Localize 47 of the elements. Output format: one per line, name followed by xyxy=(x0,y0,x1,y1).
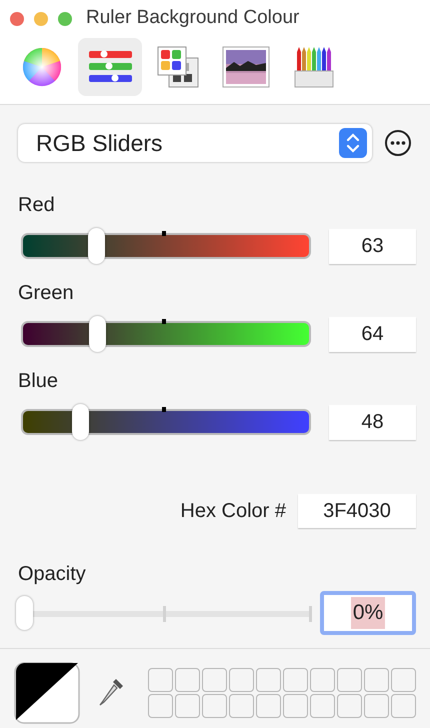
minimize-button[interactable] xyxy=(34,12,48,26)
empty-swatch[interactable] xyxy=(364,668,389,692)
image-icon xyxy=(222,46,270,88)
value-field[interactable]: 64 xyxy=(329,316,416,352)
empty-swatch[interactable] xyxy=(337,694,362,718)
empty-swatch[interactable] xyxy=(148,694,173,718)
empty-swatch[interactable] xyxy=(364,694,389,718)
palettes-icon xyxy=(157,46,199,88)
empty-swatch[interactable] xyxy=(148,668,173,692)
hex-label: Hex Color # xyxy=(180,499,286,524)
color-well[interactable] xyxy=(14,662,80,724)
empty-swatch[interactable] xyxy=(283,668,308,692)
value-field[interactable]: 63 xyxy=(329,228,416,264)
empty-swatch[interactable] xyxy=(283,694,308,718)
channel-label: Red xyxy=(18,193,55,218)
more-options-icon[interactable] xyxy=(384,129,412,157)
channel-slider[interactable] xyxy=(21,404,311,440)
mode-tab[interactable] xyxy=(78,38,142,96)
channel-label: Green xyxy=(18,281,74,306)
empty-swatch[interactable] xyxy=(175,668,200,692)
channel-slider[interactable] xyxy=(21,228,311,264)
empty-swatch[interactable] xyxy=(229,694,254,718)
empty-swatch[interactable] xyxy=(310,694,335,718)
empty-swatch[interactable] xyxy=(175,694,200,718)
empty-swatch[interactable] xyxy=(229,668,254,692)
empty-swatch[interactable] xyxy=(202,694,227,718)
opacity-slider[interactable] xyxy=(16,596,312,630)
slider-type-dropdown[interactable]: RGB Sliders xyxy=(18,124,372,162)
window-title: Ruler Background Colour xyxy=(86,6,300,30)
empty-swatch[interactable] xyxy=(337,668,362,692)
zoom-button[interactable] xyxy=(58,12,72,26)
opacity-field[interactable]: 0% xyxy=(320,591,416,635)
stepper-icon xyxy=(339,128,367,158)
hex-field[interactable]: 3F4030 xyxy=(298,494,416,528)
empty-swatch[interactable] xyxy=(256,694,281,718)
empty-swatch[interactable] xyxy=(391,694,416,718)
empty-swatch[interactable] xyxy=(256,668,281,692)
empty-swatch[interactable] xyxy=(310,668,335,692)
channel-label: Blue xyxy=(18,369,58,394)
color-wheel-icon xyxy=(22,47,62,87)
colored-pencils-icon xyxy=(294,46,334,88)
value-field[interactable]: 48 xyxy=(329,404,416,440)
empty-swatch[interactable] xyxy=(391,668,416,692)
empty-swatch[interactable] xyxy=(202,668,227,692)
opacity-label: Opacity xyxy=(18,562,86,587)
channel-slider[interactable] xyxy=(21,316,311,352)
close-button[interactable] xyxy=(10,12,24,26)
